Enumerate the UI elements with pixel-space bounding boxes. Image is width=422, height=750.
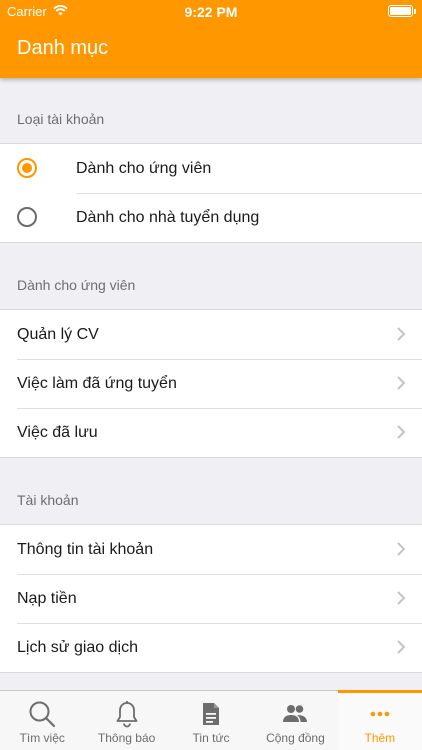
radio-selected-icon[interactable] <box>17 158 37 178</box>
tab-label: Thêm <box>364 731 396 745</box>
radio-option-employer[interactable]: Dành cho nhà tuyển dụng <box>0 193 422 242</box>
tab-find-jobs[interactable]: Tìm việc <box>0 691 84 750</box>
menu-item-label: Quản lý CV <box>17 325 99 343</box>
tab-label: Tin tức <box>192 731 230 745</box>
status-bar: Carrier 9:22 PM <box>0 0 422 22</box>
page-title: Danh mục <box>17 37 109 59</box>
menu-item-transaction-history[interactable]: Lịch sử giao dịch <box>0 623 422 672</box>
candidate-group: Quản lý CV Việc làm đã ứng tuyển Việc đã… <box>0 309 422 458</box>
tab-news[interactable]: Tin tức <box>169 691 253 750</box>
account-type-group: Dành cho ứng viên Dành cho nhà tuyển dụn… <box>0 143 422 243</box>
tab-community[interactable]: Cộng đồng <box>253 691 337 750</box>
account-group: Thông tin tài khoản Nạp tiền Lịch sử gia… <box>0 524 422 673</box>
tab-bar: Tìm việc Thông báo Tin tức Cộng đồng Thê… <box>0 690 422 750</box>
menu-item-saved-jobs[interactable]: Việc đã lưu <box>0 408 422 457</box>
search-icon <box>29 701 56 728</box>
document-icon <box>203 703 220 725</box>
tab-label: Thông báo <box>97 731 156 745</box>
people-icon <box>283 705 308 722</box>
chevron-right-icon <box>397 640 405 654</box>
clock: 9:22 PM <box>184 4 238 20</box>
chevron-right-icon <box>397 542 405 556</box>
nav-bar: Carrier 9:22 PM Danh mục <box>0 0 422 78</box>
menu-item-label: Việc đã lưu <box>17 423 98 441</box>
tab-notifications[interactable]: Thông báo <box>84 691 168 750</box>
chevron-right-icon <box>397 591 405 605</box>
menu-list: Loại tài khoản Dành cho ứng viên Dành ch… <box>0 78 422 690</box>
radio-unselected-icon[interactable] <box>17 207 37 227</box>
radio-option-candidate[interactable]: Dành cho ứng viên <box>0 144 422 193</box>
more-icon <box>370 711 390 717</box>
chevron-right-icon <box>397 425 405 439</box>
menu-item-label: Nạp tiền <box>17 589 77 607</box>
menu-item-top-up[interactable]: Nạp tiền <box>0 574 422 623</box>
menu-item-label: Lịch sử giao dịch <box>17 638 138 656</box>
radio-label: Dành cho ứng viên <box>76 159 212 177</box>
menu-item-manage-cv[interactable]: Quản lý CV <box>0 310 422 359</box>
tab-more[interactable]: Thêm <box>337 690 422 750</box>
chevron-right-icon <box>397 376 405 390</box>
menu-item-label: Việc làm đã ứng tuyển <box>17 374 177 392</box>
chevron-right-icon <box>397 327 405 341</box>
section-header-account-type: Loại tài khoản <box>0 78 422 143</box>
menu-item-account-info[interactable]: Thông tin tài khoản <box>0 525 422 574</box>
section-header-account: Tài khoản <box>0 458 422 524</box>
radio-label: Dành cho nhà tuyển dụng <box>76 208 260 226</box>
menu-item-label: Thông tin tài khoản <box>17 540 154 558</box>
tab-label: Tìm việc <box>19 731 65 745</box>
tab-label: Cộng đồng <box>266 731 325 745</box>
section-header-candidate: Dành cho ứng viên <box>0 243 422 309</box>
battery-icon <box>388 5 416 17</box>
bell-icon <box>116 701 138 728</box>
menu-item-applied-jobs[interactable]: Việc làm đã ứng tuyển <box>0 359 422 408</box>
